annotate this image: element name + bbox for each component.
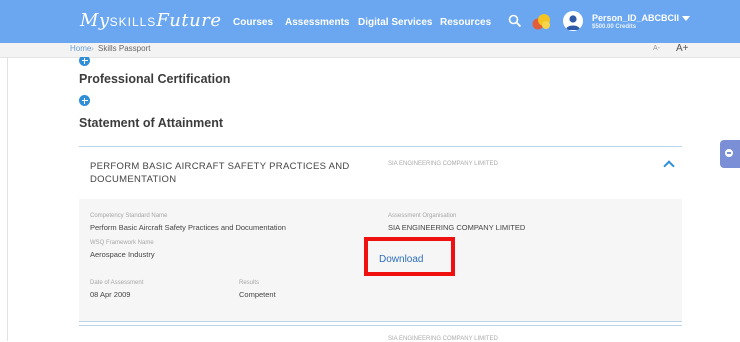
increase-font-button[interactable]: A+ bbox=[676, 43, 689, 54]
nav-link-assessments[interactable]: Assessments bbox=[285, 17, 349, 28]
competency-label: Competency Standard Name bbox=[90, 213, 168, 219]
competency-value: Perform Basic Aircraft Safety Practices … bbox=[90, 223, 286, 232]
assessment-org-label: Assessment Organisation bbox=[388, 213, 457, 219]
minus-circle-icon bbox=[725, 149, 733, 157]
download-link[interactable]: Download bbox=[379, 254, 423, 265]
nav-link-courses[interactable]: Courses bbox=[233, 17, 273, 28]
date-label: Date of Assessment bbox=[90, 280, 144, 286]
nav-link-resources[interactable]: Resources bbox=[440, 17, 491, 28]
nav-link-digital-services[interactable]: Digital Services bbox=[358, 17, 432, 28]
collapse-chevron-up-icon[interactable] bbox=[663, 160, 675, 172]
search-icon[interactable] bbox=[508, 14, 522, 28]
page-left-border bbox=[7, 57, 8, 341]
user-avatar[interactable] bbox=[563, 11, 583, 31]
section-title-statement-of-attainment: Statement of Attainment bbox=[79, 116, 223, 130]
results-value: Competent bbox=[239, 290, 276, 299]
decrease-font-button[interactable]: A- bbox=[653, 45, 660, 52]
card-title: PERFORM BASIC AIRCRAFT SAFETY PRACTICES … bbox=[90, 161, 350, 185]
logo-suffix: Future bbox=[156, 10, 222, 31]
attainment-card-header[interactable]: PERFORM BASIC AIRCRAFT SAFETY PRACTICES … bbox=[79, 147, 682, 199]
next-card-organisation: SIA ENGINEERING COMPANY LIMITED bbox=[388, 336, 498, 342]
breadcrumb-current: Skills Passport bbox=[98, 44, 151, 53]
next-card-divider bbox=[79, 325, 682, 326]
download-highlight-box: Download bbox=[364, 237, 455, 276]
section-title-professional-certification: Professional Certification bbox=[79, 72, 231, 86]
breadcrumb-home-link[interactable]: Home bbox=[70, 44, 91, 53]
wsq-value: Aerospace Industry bbox=[90, 250, 155, 259]
card-organisation: SIA ENGINEERING COMPANY LIMITED bbox=[388, 161, 498, 167]
logo-mid: SKILLS bbox=[109, 15, 157, 29]
expand-statement-plus-icon[interactable] bbox=[79, 95, 90, 106]
floating-side-button[interactable] bbox=[720, 140, 740, 168]
attainment-card-details: Competency Standard Name Perform Basic A… bbox=[79, 199, 682, 322]
wsq-label: WSQ Framework Name bbox=[90, 240, 154, 246]
breadcrumb: Home › Skills Passport A- A+ bbox=[0, 43, 740, 58]
credits-coins-icon[interactable] bbox=[531, 13, 553, 31]
user-silhouette-icon bbox=[566, 15, 580, 30]
date-value: 08 Apr 2009 bbox=[90, 290, 131, 299]
breadcrumb-separator: › bbox=[91, 44, 94, 53]
logo-prefix: My bbox=[80, 10, 110, 31]
user-name[interactable]: Person_ID_ABCBCII bbox=[592, 13, 679, 23]
myskillsfuture-logo[interactable]: MySKILLSFuture bbox=[80, 10, 221, 31]
results-label: Results bbox=[239, 280, 260, 286]
top-nav-bar: MySKILLSFuture Courses Assessments Digit… bbox=[0, 0, 740, 43]
assessment-org-value: SIA ENGINEERING COMPANY LIMITED bbox=[388, 223, 526, 232]
user-menu-chevron-down-icon[interactable] bbox=[682, 16, 690, 21]
user-credits: $500.00 Credits bbox=[592, 24, 637, 30]
